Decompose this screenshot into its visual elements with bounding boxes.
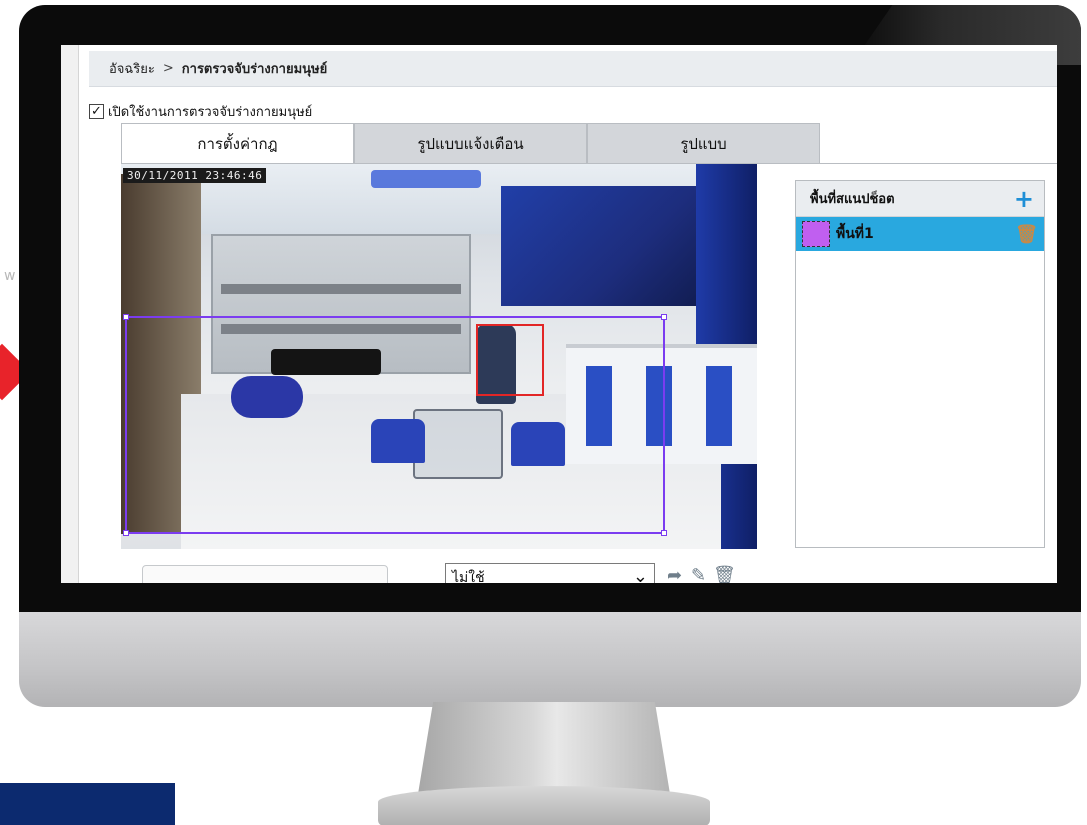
snapshot-area-header: พื้นที่สแนปช็อต + — [796, 181, 1044, 217]
detected-human-box — [476, 324, 544, 396]
scene-counter-door — [706, 366, 732, 446]
page: w อัจฉริยะ > การตรวจจับร่างกายมนุษย์ ✓ เ… — [0, 0, 1087, 825]
breadcrumb-parent[interactable]: อัจฉริยะ — [109, 58, 155, 79]
monitor-chin — [19, 612, 1081, 707]
trash-icon[interactable]: 🗑 — [713, 565, 736, 583]
zone-handle[interactable] — [123, 314, 129, 320]
enable-detection-label: เปิดใช้งานการตรวจจับร่างกายมนุษย์ — [108, 104, 313, 120]
zone-type-select-value: ไม่ใช้ — [452, 570, 485, 583]
left-rail — [61, 45, 79, 583]
detection-zone-outline[interactable] — [123, 314, 667, 536]
screen: อัจฉริยะ > การตรวจจับร่างกายมนุษย์ ✓ เปิ… — [61, 45, 1057, 583]
tab-schedule[interactable]: รูปแบบ — [587, 123, 820, 163]
breadcrumb-separator: > — [162, 61, 174, 76]
enable-detection-checkbox[interactable]: ✓ — [89, 103, 104, 119]
scene-shelf — [221, 284, 461, 294]
snapshot-area-title: พื้นที่สแนปช็อต — [810, 192, 895, 207]
zone-handle[interactable] — [661, 314, 667, 320]
zone-color-swatch[interactable] — [802, 221, 830, 247]
monitor-mockup: อัจฉริยะ > การตรวจจับร่างกายมนุษย์ ✓ เปิ… — [19, 5, 1081, 707]
scene-ceiling-light — [371, 170, 481, 188]
blue-badge-decoration — [0, 783, 175, 825]
monitor-bezel: อัจฉริยะ > การตรวจจับร่างกายมนุษย์ ✓ เปิ… — [19, 5, 1081, 612]
breadcrumb: อัจฉริยะ > การตรวจจับร่างกายมนุษย์ — [89, 51, 1057, 87]
snapshot-area-panel: พื้นที่สแนปช็อต + พื้นที่1 🗑 — [795, 180, 1045, 548]
zone-handle[interactable] — [661, 530, 667, 536]
video-timestamp: 30/11/2011 23:46:46 — [123, 168, 267, 183]
redo-icon[interactable]: ➦ — [667, 565, 682, 583]
draw-area-button[interactable] — [142, 565, 388, 583]
tab-bar: การตั้งค่ากฎ รูปแบบแจ้งเตือน รูปแบบ — [121, 123, 820, 163]
tab-rule-settings[interactable]: การตั้งค่ากฎ — [121, 123, 354, 163]
edit-icon[interactable]: ✎ — [691, 565, 706, 583]
add-icon[interactable]: + — [1014, 187, 1034, 211]
monitor-stand-neck — [418, 702, 670, 794]
enable-detection-row[interactable]: ✓ เปิดใช้งานการตรวจจับร่างกายมนุษย์ — [89, 101, 312, 121]
tab-alarm-mode[interactable]: รูปแบบแจ้งเตือน — [354, 123, 587, 163]
zone-type-select[interactable]: ไม่ใช้ ⌄ — [445, 563, 655, 583]
zone-label: พื้นที่1 — [836, 226, 874, 242]
scene-poster — [501, 186, 711, 306]
trash-icon[interactable]: 🗑 — [1015, 224, 1038, 245]
chevron-down-icon[interactable]: ⌄ — [633, 566, 648, 583]
camera-preview[interactable]: 30/11/2011 23:46:46 — [121, 164, 757, 549]
zone-list-item[interactable]: พื้นที่1 🗑 — [796, 217, 1044, 251]
breadcrumb-current: การตรวจจับร่างกายมนุษย์ — [181, 62, 328, 77]
edge-letter: w — [4, 268, 16, 284]
monitor-stand-base — [378, 786, 710, 825]
zone-handle[interactable] — [123, 530, 129, 536]
